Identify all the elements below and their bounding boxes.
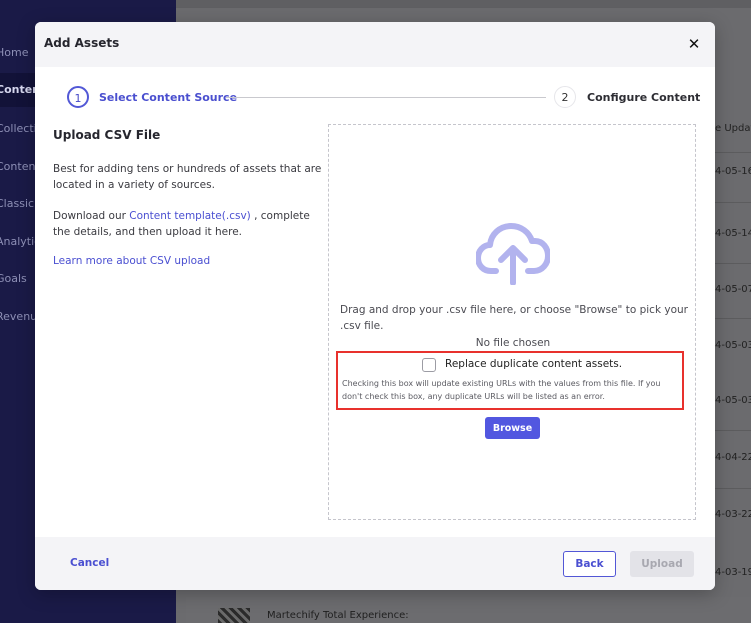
download-prefix: Download our xyxy=(53,210,130,222)
bg-row-divider xyxy=(715,318,751,319)
file-status: No file chosen xyxy=(475,337,551,349)
download-instructions: Download our Content template(.csv) , co… xyxy=(53,208,328,240)
background-topbar xyxy=(176,0,751,8)
bg-row-divider xyxy=(715,152,751,153)
content-template-link[interactable]: Content template(.csv) xyxy=(129,210,250,222)
step-1-indicator: 1 xyxy=(67,86,89,108)
bg-thumbnail xyxy=(218,608,250,623)
replace-duplicates-help: Checking this box will update existing U… xyxy=(342,379,661,401)
learn-more-csv-link[interactable]: Learn more about CSV upload xyxy=(53,255,210,267)
modal-footer: Cancel Back Upload xyxy=(35,537,715,590)
browse-button[interactable]: Browse xyxy=(485,417,540,439)
drop-instructions: Drag and drop your .csv file here, or ch… xyxy=(340,304,688,332)
bg-nav-home: Home xyxy=(0,46,29,59)
back-button[interactable]: Back xyxy=(563,551,616,577)
bg-column-header: e Update xyxy=(715,123,751,134)
bg-date-cell: 4-04-22 xyxy=(715,452,751,463)
replace-duplicates-section: Replace duplicate content assets. Checki… xyxy=(336,351,684,410)
step-2-indicator: 2 xyxy=(554,86,576,108)
bg-row-divider xyxy=(715,263,751,264)
cloud-upload-icon xyxy=(476,223,550,285)
bg-date-cell: 4-05-03 xyxy=(715,340,751,351)
bg-date-cell: 4-03-22 xyxy=(715,509,751,520)
upload-description: Best for adding tens or hundreds of asse… xyxy=(53,163,322,191)
step-2-label: Configure Content xyxy=(587,91,701,104)
bg-row-divider xyxy=(715,202,751,203)
stepper-connector xyxy=(226,97,546,98)
bg-date-cell: 4-05-07 xyxy=(715,284,751,295)
step-1-label: Select Content Source xyxy=(99,91,238,104)
close-icon[interactable]: ✕ xyxy=(687,37,701,52)
csv-drop-zone[interactable]: Drag and drop your .csv file here, or ch… xyxy=(328,124,696,520)
upload-button[interactable]: Upload xyxy=(630,551,694,577)
cancel-button[interactable]: Cancel xyxy=(70,557,109,569)
bg-date-cell: 4-05-03 xyxy=(715,395,751,406)
add-assets-modal: Add Assets ✕ 1 Select Content Source 2 C… xyxy=(35,22,715,590)
bg-date-cell: 4-05-14 xyxy=(715,228,751,239)
modal-header: Add Assets ✕ xyxy=(35,22,715,67)
upload-csv-heading: Upload CSV File xyxy=(53,128,161,142)
bg-nav-goals: Goals xyxy=(0,272,27,285)
modal-title: Add Assets xyxy=(44,36,120,50)
bg-nav-content-2: Content xyxy=(0,160,40,173)
replace-duplicates-checkbox[interactable] xyxy=(422,358,436,372)
replace-duplicates-label[interactable]: Replace duplicate content assets. xyxy=(445,358,622,370)
bg-date-cell: 4-05-16 xyxy=(715,166,751,177)
bg-row-divider xyxy=(715,430,751,431)
bg-list-item-title: Martechify Total Experience: xyxy=(267,610,409,621)
bg-date-cell: 4-03-19 xyxy=(715,567,751,578)
bg-row-divider xyxy=(715,488,751,489)
